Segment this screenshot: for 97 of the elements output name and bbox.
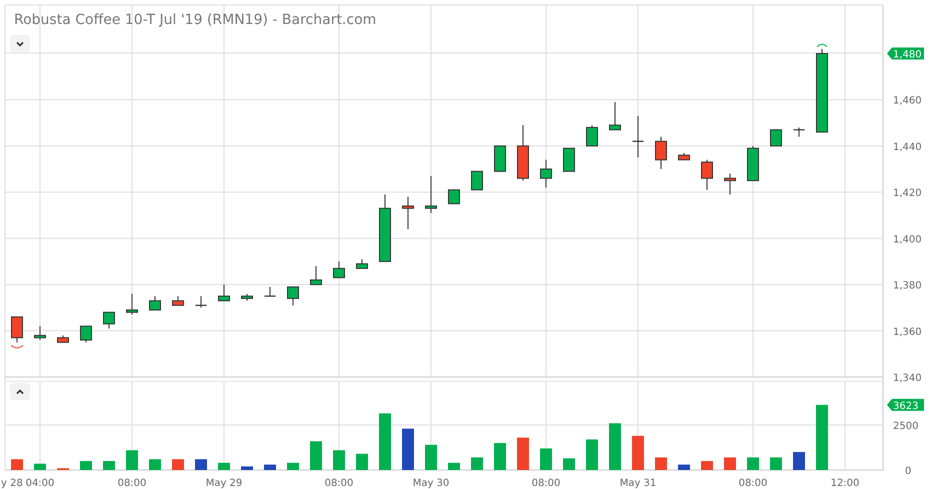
candlestick (678, 152, 690, 160)
volume-bar (241, 466, 253, 470)
volume-bar (770, 457, 782, 470)
axis-label: 2500 (893, 421, 918, 432)
candlestick (540, 159, 552, 188)
chevron-down-icon (16, 40, 24, 46)
axis-label: 1,360 (893, 326, 922, 338)
candlestick (264, 286, 276, 297)
pane-toggle-button[interactable] (10, 35, 30, 52)
candlestick (172, 296, 184, 306)
axis-label: 08:00 (738, 478, 768, 489)
candlestick (586, 124, 598, 146)
candlestick (379, 194, 391, 262)
volume-bar (80, 461, 92, 470)
volume-bar (724, 457, 736, 470)
axis-label: 12:00 (830, 478, 860, 489)
pane-toggle-button[interactable] (10, 383, 30, 400)
axis-label: 08:00 (118, 478, 146, 489)
volume-bar (632, 436, 644, 470)
candlestick (701, 159, 713, 190)
volume-bar (287, 462, 299, 470)
candlestick (287, 286, 299, 306)
volume-bar (333, 450, 345, 470)
volume-bar (172, 459, 184, 470)
volume-bar (563, 458, 575, 470)
volume-bar (103, 461, 115, 470)
candlestick (11, 316, 23, 343)
volume-bar (448, 462, 460, 470)
axis-label: 1,340 (893, 373, 922, 384)
axis-label: 04:00 (26, 478, 54, 489)
volume-bar (747, 457, 759, 470)
volume-bar (356, 454, 368, 470)
candlestick (563, 148, 575, 172)
candlestick (196, 296, 206, 308)
candlestick (655, 136, 667, 170)
volume-bar (494, 443, 506, 470)
candlestick (517, 124, 529, 182)
volume-bar (34, 464, 46, 470)
candlestick (333, 260, 345, 278)
candlestick (471, 170, 483, 190)
candlestick (494, 145, 506, 172)
candlestick (448, 189, 460, 204)
volume-bar (517, 438, 529, 470)
candlestick (218, 284, 230, 302)
volume-bar (816, 404, 828, 470)
candlestick (80, 326, 92, 343)
axis-label: 1,400 (893, 234, 922, 246)
candlestick (356, 258, 368, 269)
axis-label: 1,440 (893, 142, 922, 153)
volume-bar (678, 464, 690, 470)
candlestick (770, 129, 782, 146)
candlestick (57, 334, 69, 343)
volume-bar (149, 459, 161, 470)
axis-label: May 31 (620, 478, 656, 489)
candlestick (609, 102, 621, 130)
candlestick (310, 266, 322, 286)
axis-label: 1,420 (893, 188, 922, 200)
volume-bar (264, 464, 276, 470)
chevron-up-icon (16, 388, 24, 394)
volume-bar (586, 439, 598, 470)
volume-bar (218, 462, 230, 470)
candlestick (149, 296, 161, 310)
high-marker (816, 44, 828, 48)
volume-bar (379, 413, 391, 470)
candlestick (632, 115, 644, 158)
axis-label: May 29 (206, 478, 242, 489)
volume-bar (425, 444, 437, 470)
low-marker (10, 344, 24, 348)
candlestick (34, 326, 46, 341)
last-value-tag: 3623 (887, 398, 924, 412)
volume-bar (793, 452, 805, 470)
volume-bar (11, 459, 23, 470)
candlestick (126, 293, 138, 316)
candlestick (402, 196, 414, 230)
axis-label: y 28 (1, 478, 23, 489)
axis-label: 08:00 (532, 478, 560, 489)
volume-bar (195, 459, 207, 470)
volume-bar (126, 450, 138, 470)
axis-label: May 30 (412, 478, 450, 489)
volume-bar (540, 448, 552, 470)
axis-label: 1,460 (893, 96, 922, 107)
chart-title: Robusta Coffee 10-T Jul '19 (RMN19) - Barchart.com (14, 11, 376, 30)
volume-bar (655, 457, 667, 470)
candlestick (103, 312, 115, 329)
last-value-tag: 1,480 (887, 48, 924, 61)
volume-bar (701, 461, 713, 470)
axis-label: 1,380 (893, 280, 922, 292)
volume-bar (471, 457, 483, 470)
volume-bar (402, 428, 414, 470)
axis-label: 08:00 (324, 478, 354, 489)
volume-bar (310, 441, 322, 470)
axis-label: 0 (905, 466, 912, 477)
candlestick (724, 173, 736, 195)
candlestick (794, 126, 804, 138)
volume-bar (609, 423, 621, 470)
candlestick (747, 145, 759, 182)
candlestick (425, 175, 437, 214)
